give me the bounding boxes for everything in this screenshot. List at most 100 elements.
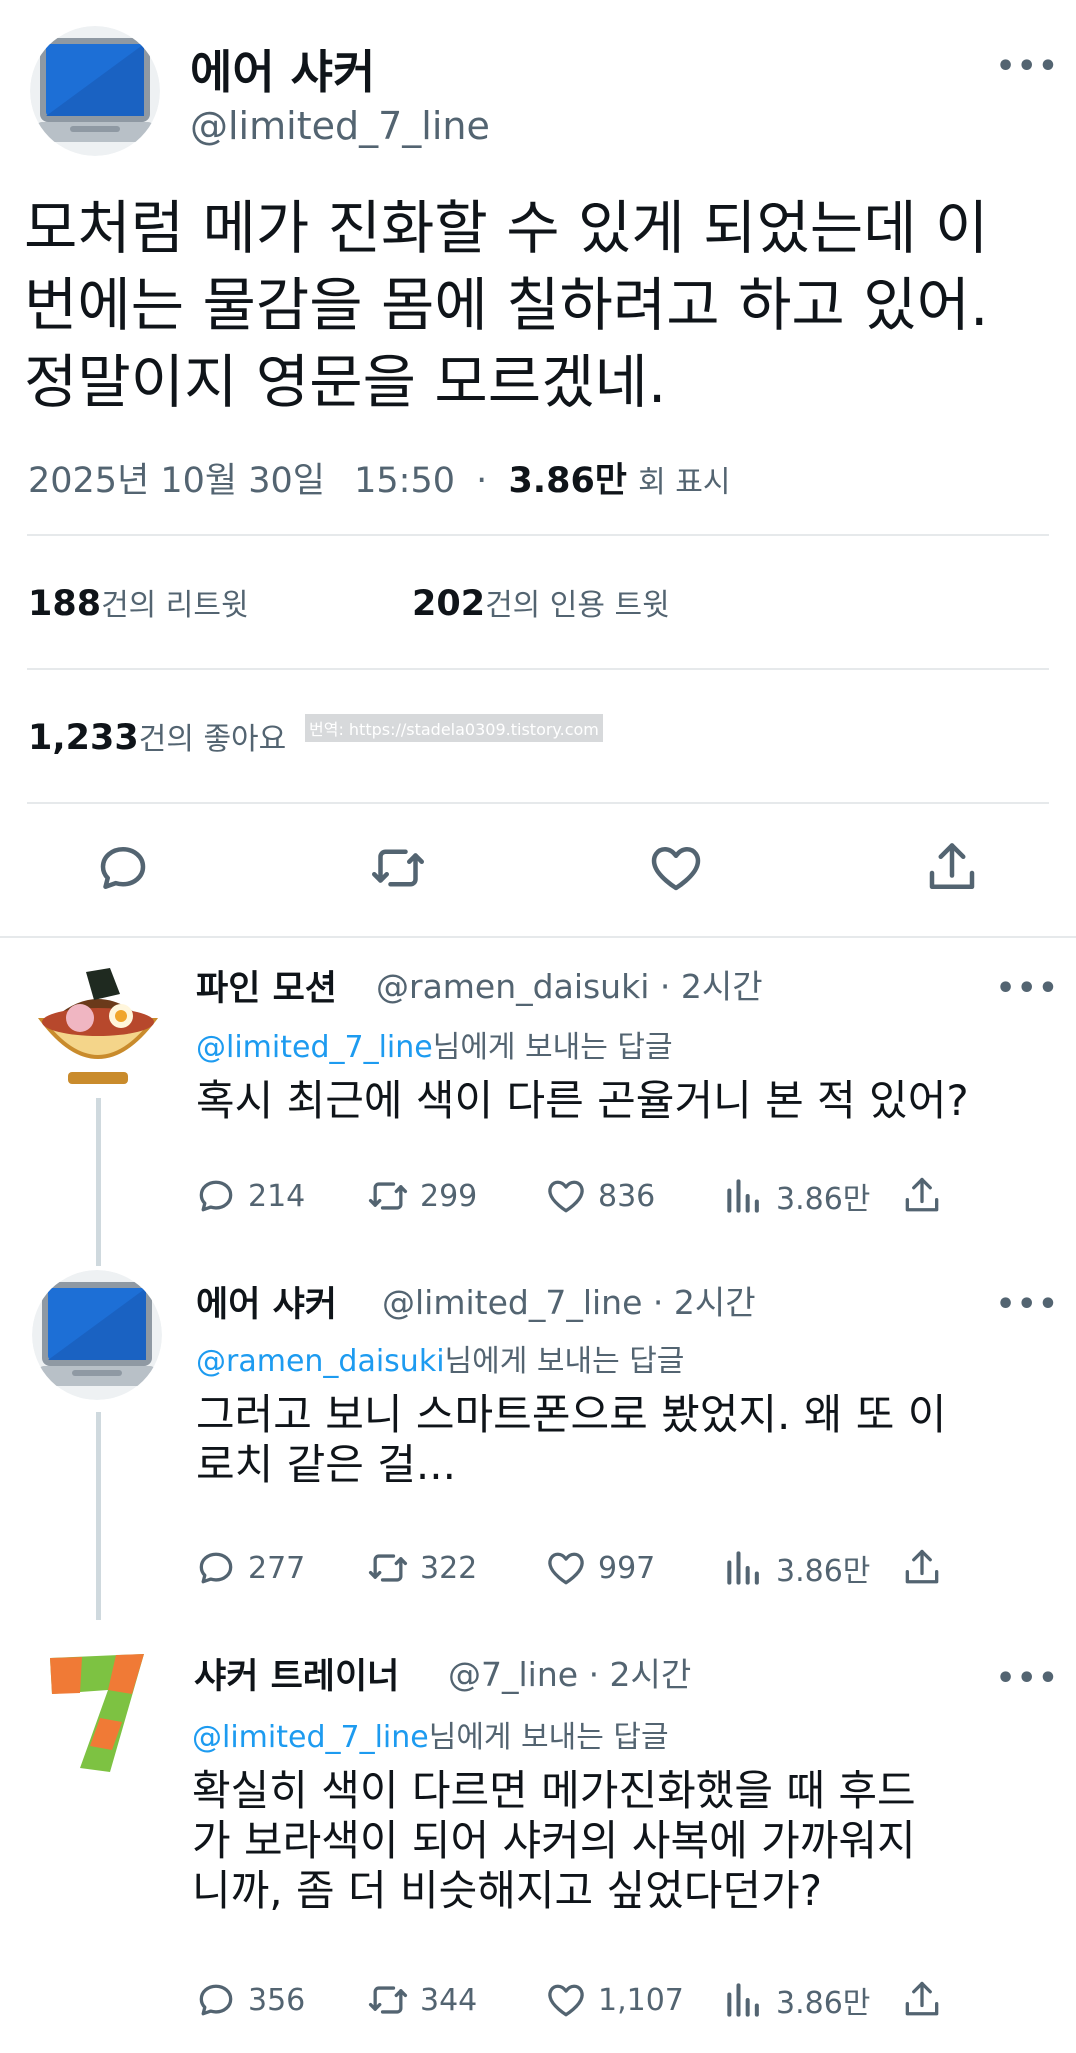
reply-avatar[interactable] xyxy=(32,1644,162,1784)
share-icon[interactable] xyxy=(922,838,982,898)
author-avatar[interactable] xyxy=(30,26,160,156)
like-icon xyxy=(548,1180,584,1213)
retweet-count: 299 xyxy=(420,1178,478,1214)
retweet-count: 344 xyxy=(420,1982,478,2018)
reply-action-bar: 356 344 1,107 3.86만 xyxy=(194,1978,994,2028)
more-dots-icon[interactable]: ••• xyxy=(996,1664,1060,1694)
divider xyxy=(27,534,1049,536)
like-icon xyxy=(548,1552,584,1585)
view-count: 3.86만 xyxy=(776,1554,871,1589)
reply-to-suffix: 님에게 보내는 답글 xyxy=(432,1030,673,1065)
reply-avatar[interactable] xyxy=(32,1270,162,1400)
more-dots-icon[interactable]: ••• xyxy=(996,52,1060,82)
reply-button[interactable]: 356 xyxy=(194,1978,305,2022)
reply-author-meta: @limited_7_line · 2시간 xyxy=(382,1276,756,1324)
author-name[interactable]: 에어 샤커 xyxy=(190,36,375,102)
reply-to-line: @limited_7_line님에게 보내는 답글 xyxy=(192,1712,669,1756)
reply-tweet[interactable]: 샤커 트레이너 @7_line · 2시간 ••• @limited_7_lin… xyxy=(0,1630,1076,2050)
reply-text-line: 혹시 최근에 색이 다른 곤율거니 본 적 있어? xyxy=(196,1076,969,1125)
reply-author-handle[interactable]: @7_line xyxy=(448,1655,578,1694)
views-button[interactable]: 3.86만 xyxy=(722,1174,870,1218)
reply-author-meta: @ramen_daisuki · 2시간 xyxy=(376,960,763,1008)
tweet-text-line: 정말이지 영문을 모르겠네. xyxy=(24,348,667,416)
reply-text-line: 확실히 색이 다르면 메가진화했을 때 후드 xyxy=(192,1766,916,1815)
quote-stat[interactable]: 202건의 인용 트윗 xyxy=(412,580,670,624)
like-icon[interactable] xyxy=(646,838,706,898)
retweet-icon xyxy=(368,1554,408,1582)
reply-count: 356 xyxy=(248,1982,306,2018)
reply-time[interactable]: · 2시간 xyxy=(660,967,763,1006)
retweet-button[interactable]: 299 xyxy=(366,1174,477,1218)
like-count: 1,107 xyxy=(598,1982,684,2018)
view-count: 3.86만 xyxy=(776,1986,871,2021)
divider xyxy=(27,802,1049,804)
reply-author-name[interactable]: 파인 모션 xyxy=(196,960,337,1011)
reply-text-line: 로치 같은 걸... xyxy=(196,1440,456,1489)
author-handle[interactable]: @limited_7_line xyxy=(190,104,490,148)
tweet-view-label: 회 표시 xyxy=(638,465,731,500)
reply-to-suffix: 님에게 보내는 답글 xyxy=(428,1720,669,1755)
reply-icon xyxy=(199,1984,233,2016)
retweet-icon xyxy=(368,1986,408,2014)
reply-to-line: @limited_7_line님에게 보내는 답글 xyxy=(196,1022,673,1066)
reply-author-meta: @7_line · 2시간 xyxy=(448,1648,691,1696)
reply-count: 277 xyxy=(248,1550,306,1586)
reply-tweet[interactable]: 에어 샤커 @limited_7_line · 2시간 ••• @ramen_d… xyxy=(0,1254,1076,1624)
reply-to-handle[interactable]: @limited_7_line xyxy=(196,1030,433,1065)
like-button[interactable]: 1,107 xyxy=(544,1978,684,2022)
reply-avatar[interactable] xyxy=(28,954,168,1094)
reply-time[interactable]: · 2시간 xyxy=(589,1655,692,1694)
reply-icon[interactable] xyxy=(93,838,153,898)
retweet-count: 322 xyxy=(420,1550,478,1586)
views-button[interactable]: 3.86만 xyxy=(722,1546,870,1590)
share-icon xyxy=(905,1549,939,1584)
tweet-timestamp: 2025년 10월 30일 15:50 · 3.86만 회 표시 xyxy=(28,461,731,501)
like-label: 건의 좋아요 xyxy=(138,722,287,757)
share-button[interactable] xyxy=(900,1978,954,2022)
retweet-button[interactable]: 322 xyxy=(366,1546,477,1590)
retweet-icon[interactable] xyxy=(368,838,428,898)
reply-text: 혹시 최근에 색이 다른 곤율거니 본 적 있어? xyxy=(196,1076,1076,1126)
like-icon xyxy=(548,1984,584,2017)
like-button[interactable]: 997 xyxy=(544,1546,655,1590)
view-count: 3.86만 xyxy=(776,1182,871,1217)
like-stat[interactable]: 1,233건의 좋아요 xyxy=(28,714,286,758)
quote-count: 202 xyxy=(412,584,486,624)
reply-to-handle[interactable]: @limited_7_line xyxy=(192,1720,429,1755)
reply-text-line: 그러고 보니 스마트폰으로 봤었지. 왜 또 이 xyxy=(196,1390,947,1439)
tweet-view-count: 3.86만 xyxy=(508,461,627,501)
reply-count: 214 xyxy=(248,1178,306,1214)
reply-to-line: @ramen_daisuki님에게 보내는 답글 xyxy=(196,1336,684,1380)
retweet-stat[interactable]: 188건의 리트윗 xyxy=(28,580,249,624)
tweet-date[interactable]: 2025년 10월 30일 xyxy=(28,461,325,501)
share-button[interactable] xyxy=(900,1174,954,1218)
reply-author-handle[interactable]: @ramen_daisuki xyxy=(376,967,649,1006)
reply-tweet[interactable]: 파인 모션 @ramen_daisuki · 2시간 ••• @limited_… xyxy=(0,938,1076,1250)
reply-button[interactable]: 277 xyxy=(194,1546,305,1590)
retweet-button[interactable]: 344 xyxy=(366,1978,477,2022)
reply-icon xyxy=(199,1180,233,1212)
tweet-text-line: 모처럼 메가 진화할 수 있게 되었는데 이 xyxy=(24,194,989,262)
reply-button[interactable]: 214 xyxy=(194,1174,305,1218)
reply-action-bar: 214 299 836 3.86만 xyxy=(194,1174,994,1224)
like-button[interactable]: 836 xyxy=(544,1174,655,1218)
reply-to-handle[interactable]: @ramen_daisuki xyxy=(196,1344,445,1379)
more-dots-icon[interactable]: ••• xyxy=(996,1290,1060,1320)
views-button[interactable]: 3.86만 xyxy=(722,1978,870,2022)
tweet-time[interactable]: 15:50 xyxy=(354,461,455,501)
reply-time[interactable]: · 2시간 xyxy=(653,1283,756,1322)
reply-text-line: 가 보라색이 되어 샤커의 사복에 가까워지 xyxy=(192,1816,916,1865)
tweet-text-line: 번에는 물감을 몸에 칠하려고 하고 있어. xyxy=(24,271,989,339)
reply-author-name[interactable]: 샤커 트레이너 xyxy=(194,1648,399,1699)
reply-icon xyxy=(199,1552,233,1584)
like-count: 1,233 xyxy=(28,718,139,758)
more-dots-icon[interactable]: ••• xyxy=(996,974,1060,1004)
share-icon xyxy=(905,1981,939,2016)
share-button[interactable] xyxy=(900,1546,954,1590)
like-count: 997 xyxy=(598,1550,656,1586)
reply-author-handle[interactable]: @limited_7_line xyxy=(382,1283,642,1322)
reply-author-name[interactable]: 에어 샤커 xyxy=(196,1276,337,1327)
reply-text-line: 니까, 좀 더 비슷해지고 싶었다던가? xyxy=(192,1866,823,1915)
retweet-icon xyxy=(368,1182,408,1210)
divider xyxy=(27,668,1049,670)
